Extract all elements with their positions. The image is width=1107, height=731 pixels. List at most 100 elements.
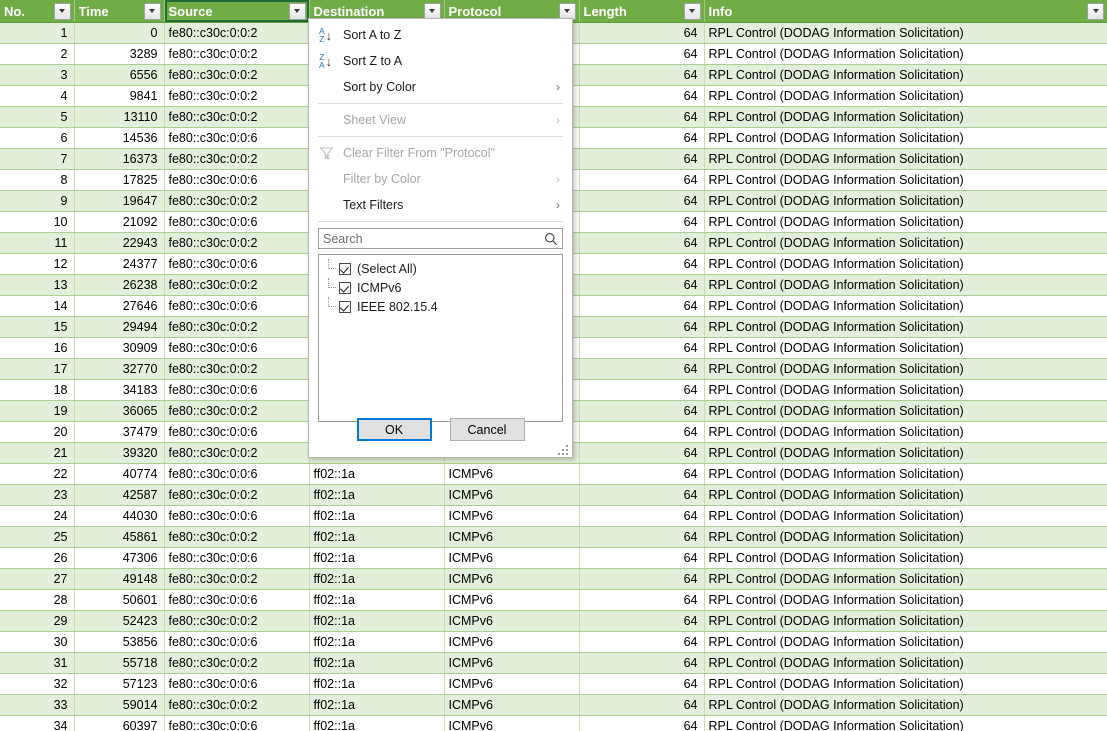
cell-no[interactable]: 2	[0, 43, 75, 65]
cell-time[interactable]: 53856	[74, 631, 165, 653]
cell-info[interactable]: RPL Control (DODAG Information Solicitat…	[704, 316, 1107, 338]
table-row[interactable]: 32 57123 fe80::c30c:0:0:6 ff02::1a ICMPv6 64 R…	[0, 673, 1107, 695]
cell-protocol[interactable]: ICMPv6	[444, 715, 580, 731]
cell-protocol[interactable]: ICMPv6	[444, 589, 580, 611]
cell-info[interactable]: RPL Control (DODAG Information Solicitat…	[704, 694, 1107, 716]
cell-destination[interactable]: ff02::1a	[309, 484, 445, 506]
cell-length[interactable]: 64	[579, 400, 705, 422]
cell-no[interactable]: 24	[0, 505, 75, 527]
cell-source[interactable]: fe80::c30c:0:0:6	[164, 295, 310, 317]
cell-time[interactable]: 57123	[74, 673, 165, 695]
cell-protocol[interactable]: ICMPv6	[444, 673, 580, 695]
cell-length[interactable]: 64	[579, 463, 705, 485]
cell-time[interactable]: 9841	[74, 85, 165, 107]
cell-info[interactable]: RPL Control (DODAG Information Solicitat…	[704, 421, 1107, 443]
ok-button[interactable]: OK	[356, 418, 432, 441]
cell-length[interactable]: 64	[579, 85, 705, 107]
cell-time[interactable]: 21092	[74, 211, 165, 233]
table-row[interactable]: 28 50601 fe80::c30c:0:0:6 ff02::1a ICMPv6 64 R…	[0, 589, 1107, 611]
cell-no[interactable]: 9	[0, 190, 75, 212]
search-input[interactable]	[319, 230, 544, 247]
cell-length[interactable]: 64	[579, 547, 705, 569]
cell-length[interactable]: 64	[579, 316, 705, 338]
cell-protocol[interactable]: ICMPv6	[444, 463, 580, 485]
cell-time[interactable]: 60397	[74, 715, 165, 731]
cell-source[interactable]: fe80::c30c:0:0:6	[164, 253, 310, 275]
cell-length[interactable]: 64	[579, 127, 705, 149]
cell-protocol[interactable]: ICMPv6	[444, 568, 580, 590]
filter-button-time[interactable]	[143, 2, 161, 20]
cell-protocol[interactable]: ICMPv6	[444, 631, 580, 653]
cell-length[interactable]: 64	[579, 421, 705, 443]
cell-length[interactable]: 64	[579, 568, 705, 590]
cell-source[interactable]: fe80::c30c:0:0:2	[164, 85, 310, 107]
table-row[interactable]: 26 47306 fe80::c30c:0:0:6 ff02::1a ICMPv6 64 R…	[0, 547, 1107, 569]
cell-protocol[interactable]: ICMPv6	[444, 484, 580, 506]
cell-time[interactable]: 22943	[74, 232, 165, 254]
cell-length[interactable]: 64	[579, 694, 705, 716]
checkbox[interactable]	[339, 262, 351, 275]
cell-info[interactable]: RPL Control (DODAG Information Solicitat…	[704, 211, 1107, 233]
cell-time[interactable]: 37479	[74, 421, 165, 443]
cell-no[interactable]: 5	[0, 106, 75, 128]
cell-info[interactable]: RPL Control (DODAG Information Solicitat…	[704, 547, 1107, 569]
filter-search-box[interactable]	[318, 228, 563, 249]
cell-length[interactable]: 64	[579, 337, 705, 359]
column-header-no[interactable]: No.	[0, 0, 75, 23]
cell-info[interactable]: RPL Control (DODAG Information Solicitat…	[704, 22, 1107, 44]
cell-info[interactable]: RPL Control (DODAG Information Solicitat…	[704, 190, 1107, 212]
cell-info[interactable]: RPL Control (DODAG Information Solicitat…	[704, 442, 1107, 464]
cell-info[interactable]: RPL Control (DODAG Information Solicitat…	[704, 127, 1107, 149]
cell-info[interactable]: RPL Control (DODAG Information Solicitat…	[704, 568, 1107, 590]
cell-no[interactable]: 11	[0, 232, 75, 254]
cell-destination[interactable]: ff02::1a	[309, 568, 445, 590]
cell-source[interactable]: fe80::c30c:0:0:2	[164, 652, 310, 674]
cell-source[interactable]: fe80::c30c:0:0:2	[164, 148, 310, 170]
cell-length[interactable]: 64	[579, 673, 705, 695]
cell-no[interactable]: 14	[0, 295, 75, 317]
cell-length[interactable]: 64	[579, 505, 705, 527]
cell-source[interactable]: fe80::c30c:0:0:2	[164, 694, 310, 716]
cell-destination[interactable]: ff02::1a	[309, 715, 445, 731]
cell-source[interactable]: fe80::c30c:0:0:2	[164, 568, 310, 590]
cell-info[interactable]: RPL Control (DODAG Information Solicitat…	[704, 106, 1107, 128]
cell-source[interactable]: fe80::c30c:0:0:2	[164, 484, 310, 506]
column-header-length[interactable]: Length	[579, 0, 705, 23]
cell-length[interactable]: 64	[579, 715, 705, 731]
cell-info[interactable]: RPL Control (DODAG Information Solicitat…	[704, 274, 1107, 296]
cell-protocol[interactable]: ICMPv6	[444, 694, 580, 716]
cell-info[interactable]: RPL Control (DODAG Information Solicitat…	[704, 64, 1107, 86]
cell-info[interactable]: RPL Control (DODAG Information Solicitat…	[704, 652, 1107, 674]
cell-destination[interactable]: ff02::1a	[309, 505, 445, 527]
table-row[interactable]: 29 52423 fe80::c30c:0:0:2 ff02::1a ICMPv6 64 R…	[0, 610, 1107, 632]
cell-time[interactable]: 42587	[74, 484, 165, 506]
cell-info[interactable]: RPL Control (DODAG Information Solicitat…	[704, 505, 1107, 527]
cell-destination[interactable]: ff02::1a	[309, 652, 445, 674]
filter-button-source[interactable]	[288, 2, 306, 20]
table-row[interactable]: 33 59014 fe80::c30c:0:0:2 ff02::1a ICMPv6 64 R…	[0, 694, 1107, 716]
cell-no[interactable]: 7	[0, 148, 75, 170]
cell-length[interactable]: 64	[579, 484, 705, 506]
cell-no[interactable]: 10	[0, 211, 75, 233]
checkbox[interactable]	[339, 300, 351, 313]
cell-time[interactable]: 0	[74, 22, 165, 44]
cell-time[interactable]: 59014	[74, 694, 165, 716]
filter-button-no[interactable]	[53, 2, 71, 20]
cell-destination[interactable]: ff02::1a	[309, 589, 445, 611]
cell-length[interactable]: 64	[579, 211, 705, 233]
cell-source[interactable]: fe80::c30c:0:0:2	[164, 232, 310, 254]
menu-item-text-filters[interactable]: Text Filters ›	[309, 192, 572, 218]
filter-button-info[interactable]	[1087, 2, 1104, 20]
cell-no[interactable]: 19	[0, 400, 75, 422]
cell-no[interactable]: 21	[0, 442, 75, 464]
cell-length[interactable]: 64	[579, 610, 705, 632]
table-row[interactable]: 22 40774 fe80::c30c:0:0:6 ff02::1a ICMPv6 64 R…	[0, 463, 1107, 485]
filter-button-length[interactable]	[683, 2, 701, 20]
cell-destination[interactable]: ff02::1a	[309, 547, 445, 569]
cell-info[interactable]: RPL Control (DODAG Information Solicitat…	[704, 589, 1107, 611]
cell-source[interactable]: fe80::c30c:0:0:6	[164, 127, 310, 149]
cell-info[interactable]: RPL Control (DODAG Information Solicitat…	[704, 463, 1107, 485]
cell-source[interactable]: fe80::c30c:0:0:2	[164, 316, 310, 338]
cell-time[interactable]: 45861	[74, 526, 165, 548]
cell-length[interactable]: 64	[579, 631, 705, 653]
